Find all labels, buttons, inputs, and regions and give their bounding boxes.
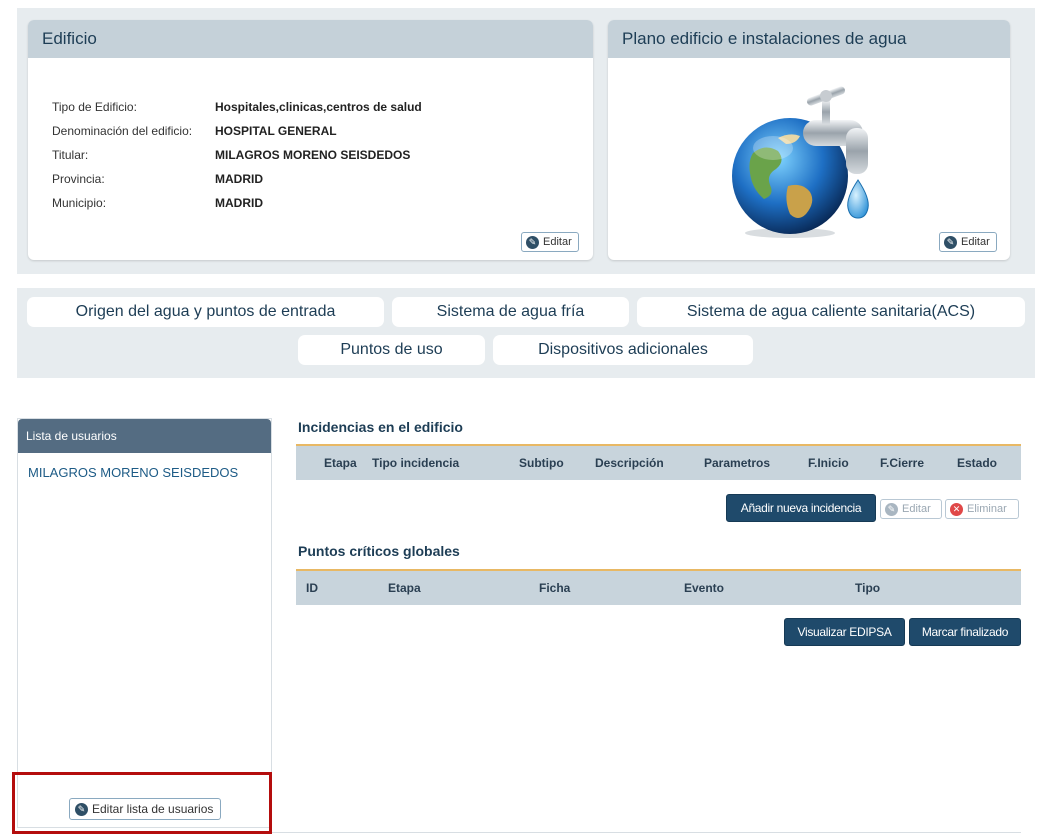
pencil-icon: ✎	[75, 802, 88, 816]
visualizar-edipsa-button[interactable]: Visualizar EDIPSA	[784, 618, 905, 646]
user-list-item[interactable]: MILAGROS MORENO SEISDEDOS	[18, 453, 271, 480]
marcar-finalizado-button[interactable]: Marcar finalizado	[909, 618, 1021, 646]
info-row: Provincia: MADRID	[52, 172, 422, 196]
add-incidencia-button[interactable]: Añadir nueva incidencia	[726, 494, 876, 522]
tab-agua-fria[interactable]: Sistema de agua fría	[392, 297, 629, 327]
edit-user-list-label: Editar lista de usuarios	[92, 802, 214, 816]
column-header: Etapa	[324, 456, 357, 470]
column-header: Ficha	[539, 581, 571, 595]
tab-dispositivos[interactable]: Dispositivos adicionales	[493, 335, 753, 365]
column-header: F.Cierre	[880, 456, 925, 470]
info-value: HOSPITAL GENERAL	[215, 124, 337, 138]
tab-puntos-uso[interactable]: Puntos de uso	[298, 335, 485, 365]
column-header: Evento	[684, 581, 725, 595]
delete-incidencia-button[interactable]: ✕ Eliminar	[945, 499, 1019, 519]
edit-label: Editar	[902, 503, 931, 515]
pencil-icon: ✎	[885, 502, 898, 516]
incidencias-title: Incidencias en el edificio	[298, 419, 463, 435]
pencil-icon: ✎	[944, 235, 957, 249]
plano-edit-button[interactable]: ✎ Editar	[939, 232, 997, 252]
info-value: MADRID	[215, 172, 263, 186]
edit-label: Editar	[543, 236, 572, 248]
edificio-card-title: Edificio	[28, 20, 593, 58]
puntos-criticos-title: Puntos críticos globales	[298, 543, 460, 559]
column-header: Tipo incidencia	[372, 456, 460, 470]
info-label: Tipo de Edificio:	[52, 100, 137, 114]
column-header: Tipo	[855, 581, 881, 595]
info-label: Municipio:	[52, 196, 107, 210]
column-header: Estado	[957, 456, 998, 470]
tab-agua-caliente[interactable]: Sistema de agua caliente sanitaria(ACS)	[637, 297, 1025, 327]
user-list-title: Lista de usuarios	[18, 419, 271, 453]
edificio-edit-button[interactable]: ✎ Editar	[521, 232, 579, 252]
info-row: Municipio: MADRID	[52, 196, 422, 220]
info-label: Denominación del edificio:	[52, 124, 193, 138]
column-header: F.Inicio	[808, 456, 849, 470]
edit-incidencia-button[interactable]: ✎ Editar	[880, 499, 942, 519]
edit-label: Editar	[961, 236, 990, 248]
plano-card: Plano edificio e instalaciones de agua ✎…	[608, 20, 1010, 260]
bottom-divider	[272, 832, 1021, 833]
info-label: Provincia:	[52, 172, 105, 186]
info-label: Titular:	[52, 148, 89, 162]
info-value: MILAGROS MORENO SEISDEDOS	[215, 148, 411, 162]
info-row: Titular: MILAGROS MORENO SEISDEDOS	[52, 148, 422, 172]
puntos-table-header: ID Etapa Ficha Evento Tipo	[296, 569, 1021, 605]
edit-user-list-button[interactable]: ✎ Editar lista de usuarios	[69, 798, 222, 820]
column-header: Descripción	[595, 456, 664, 470]
column-header: Etapa	[388, 581, 421, 595]
column-header: Subtipo	[519, 456, 564, 470]
column-header: ID	[306, 581, 318, 595]
delete-label: Eliminar	[967, 503, 1007, 515]
info-value: Hospitales,clinicas,centros de salud	[215, 100, 422, 114]
info-row: Tipo de Edificio: Hospitales,clinicas,ce…	[52, 100, 422, 124]
pencil-icon: ✎	[526, 235, 539, 249]
edificio-card: Edificio Tipo de Edificio: Hospitales,cl…	[28, 20, 593, 260]
tab-origen-agua[interactable]: Origen del agua y puntos de entrada	[27, 297, 384, 327]
water-faucet-globe-icon	[732, 86, 869, 238]
column-header: Parametros	[704, 456, 771, 470]
delete-icon: ✕	[950, 502, 963, 516]
plano-card-title: Plano edificio e instalaciones de agua	[608, 20, 1010, 58]
info-value: MADRID	[215, 196, 263, 210]
edificio-info: Tipo de Edificio: Hospitales,clinicas,ce…	[52, 100, 422, 220]
user-list-panel: Lista de usuarios MILAGROS MORENO SEISDE…	[17, 418, 272, 828]
incidencias-table-header: Etapa Tipo incidencia Subtipo Descripció…	[296, 444, 1021, 480]
info-row: Denominación del edificio: HOSPITAL GENE…	[52, 124, 422, 148]
